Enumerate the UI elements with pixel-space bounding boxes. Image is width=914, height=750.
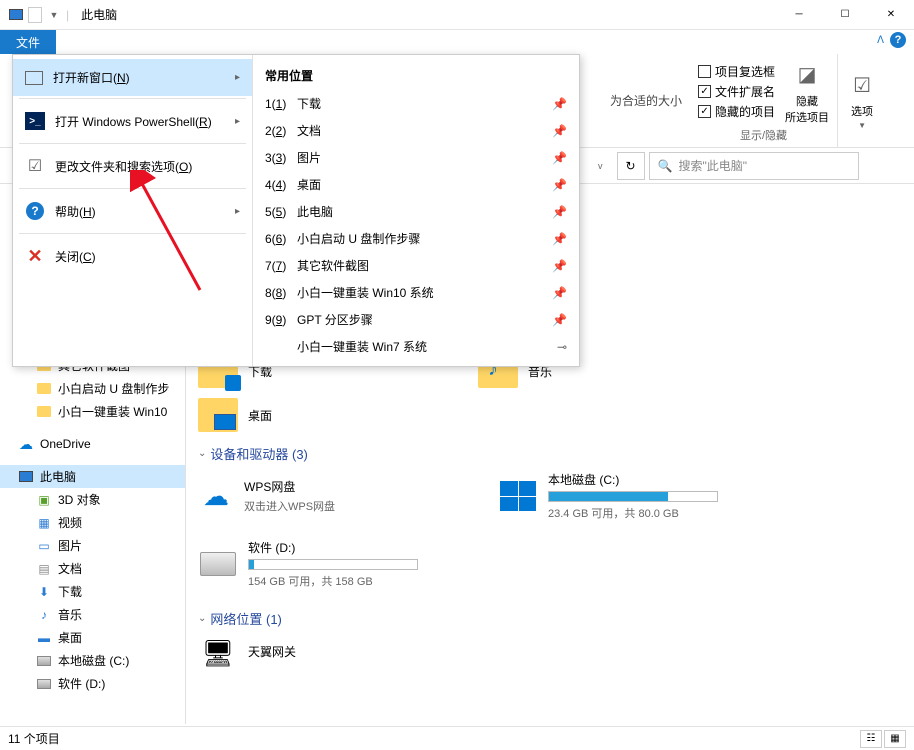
- recent-item[interactable]: 7(7)其它软件截图📌: [253, 252, 579, 279]
- wps-icon: ☁: [198, 481, 234, 511]
- pin-icon: 📌: [552, 178, 567, 192]
- sidebar-folder-1[interactable]: 小白启动 U 盘制作步: [0, 377, 185, 400]
- menu-close[interactable]: ✕ 关闭(C): [13, 236, 252, 276]
- help-icon: ?: [25, 201, 45, 221]
- section-devices[interactable]: ⌄设备和驱动器 (3): [198, 444, 902, 463]
- drive-d[interactable]: 软件 (D:) 154 GB 可用，共 158 GB: [198, 539, 438, 589]
- dropdown-icon[interactable]: ▼: [46, 7, 62, 23]
- pin-icon: ⊸: [557, 340, 567, 354]
- size-text-partial: 为合适的大小: [610, 92, 682, 109]
- ribbon-group-show-hide: 项目复选框 ✓文件扩展名 ✓隐藏的项目 ◪ 隐藏 所选项目 显示/隐藏: [690, 54, 838, 147]
- menu-open-powershell[interactable]: >_ 打开 Windows PowerShell(R) ▸: [13, 101, 252, 141]
- sidebar-drive-c[interactable]: 本地磁盘 (C:): [0, 649, 185, 672]
- sidebar-video[interactable]: ▦视频: [0, 511, 185, 534]
- recent-item[interactable]: 5(5)此电脑📌: [253, 198, 579, 225]
- recent-item[interactable]: 4(4)桌面📌: [253, 171, 579, 198]
- menu-help[interactable]: ? 帮助(H) ▸: [13, 191, 252, 231]
- collapse-ribbon-icon[interactable]: ᐱ: [877, 35, 884, 46]
- file-menu: 打开新窗口(N) ▸ >_ 打开 Windows PowerShell(R) ▸…: [12, 54, 580, 367]
- checkbox-file-ext[interactable]: ✓文件扩展名: [698, 83, 775, 100]
- sidebar-pictures[interactable]: ▭图片: [0, 534, 185, 557]
- network-gateway[interactable]: 🖥 天翼网关: [198, 636, 438, 670]
- powershell-icon: >_: [25, 111, 45, 131]
- sidebar-thispc[interactable]: 此电脑: [0, 465, 185, 488]
- sidebar-docs[interactable]: ▤文档: [0, 557, 185, 580]
- gateway-icon: 🖥: [198, 636, 238, 670]
- minimize-button[interactable]: ─: [776, 0, 822, 30]
- recent-header: 常用位置: [253, 61, 579, 90]
- help-icon[interactable]: ?: [890, 32, 906, 48]
- ribbon-tabs: 文件 ᐱ ?: [0, 30, 914, 54]
- section-network[interactable]: ⌄网络位置 (1): [198, 609, 902, 628]
- pc-icon: [18, 469, 34, 485]
- window-icon: [25, 71, 43, 85]
- pin-icon: 📌: [552, 124, 567, 138]
- recent-item[interactable]: 1(1)下载📌: [253, 90, 579, 117]
- pin-icon: 📌: [552, 232, 567, 246]
- submenu-arrow-icon: ▸: [235, 116, 240, 127]
- search-icon: 🔍: [658, 159, 673, 173]
- drive-wps[interactable]: ☁ WPS网盘双击进入WPS网盘: [198, 471, 438, 521]
- recent-item[interactable]: 小白一键重装 Win7 系统⊸: [253, 333, 579, 360]
- hide-selected-button[interactable]: ◪ 隐藏 所选项目: [785, 59, 829, 125]
- checkbox-hidden-items[interactable]: ✓隐藏的项目: [698, 103, 775, 120]
- recent-item[interactable]: 6(6)小白启动 U 盘制作步骤📌: [253, 225, 579, 252]
- settings-icon: ☑: [25, 156, 45, 176]
- pin-icon: 📌: [552, 205, 567, 219]
- pin-icon: 📌: [552, 313, 567, 327]
- recent-item[interactable]: 9(9)GPT 分区步骤📌: [253, 306, 579, 333]
- search-field[interactable]: 🔍 搜索"此电脑": [649, 152, 859, 180]
- menu-open-new-window[interactable]: 打开新窗口(N) ▸: [13, 59, 252, 96]
- file-tab[interactable]: 文件: [0, 30, 56, 54]
- window-title: 此电脑: [81, 6, 117, 23]
- maximize-button[interactable]: ☐: [822, 0, 868, 30]
- menu-change-options[interactable]: ☑ 更改文件夹和搜索选项(O): [13, 146, 252, 186]
- sidebar-folder-2[interactable]: 小白一键重装 Win10: [0, 400, 185, 423]
- sidebar-drive-d[interactable]: 软件 (D:): [0, 672, 185, 695]
- drive-icon: [198, 547, 238, 581]
- doc-icon: [28, 7, 42, 23]
- sidebar-onedrive[interactable]: ☁OneDrive: [0, 433, 185, 455]
- sidebar-desktop[interactable]: ▬桌面: [0, 626, 185, 649]
- view-details-button[interactable]: ☷: [860, 730, 882, 748]
- pc-icon: [8, 7, 24, 23]
- sidebar-downloads[interactable]: ⬇下载: [0, 580, 185, 603]
- titlebar: ▼ | 此电脑 ─ ☐ ✕: [0, 0, 914, 30]
- address-dropdown-icon[interactable]: v: [588, 161, 613, 171]
- hide-icon: ◪: [791, 59, 823, 91]
- windows-drive-icon: [498, 479, 538, 513]
- close-button[interactable]: ✕: [868, 0, 914, 30]
- drive-c[interactable]: 本地磁盘 (C:) 23.4 GB 可用，共 80.0 GB: [498, 471, 738, 521]
- ribbon-group-options: ☑ 选项 ▼: [838, 54, 886, 147]
- sidebar-3d[interactable]: ▣3D 对象: [0, 488, 185, 511]
- close-icon: ✕: [25, 246, 45, 266]
- pin-icon: 📌: [552, 97, 567, 111]
- pin-icon: 📌: [552, 151, 567, 165]
- checkbox-item-checkboxes[interactable]: 项目复选框: [698, 63, 775, 80]
- folder-desktop[interactable]: 桌面: [198, 398, 418, 432]
- refresh-button[interactable]: ↻: [617, 152, 645, 180]
- ribbon-group-label: 显示/隐藏: [698, 125, 829, 143]
- recent-item[interactable]: 2(2)文档📌: [253, 117, 579, 144]
- view-icons-button[interactable]: ▦: [884, 730, 906, 748]
- options-icon: ☑: [846, 69, 878, 101]
- pin-icon: 📌: [552, 286, 567, 300]
- pin-icon: 📌: [552, 259, 567, 273]
- folder-icon: [198, 398, 238, 432]
- submenu-arrow-icon: ▸: [235, 206, 240, 217]
- onedrive-icon: ☁: [18, 436, 34, 452]
- options-button[interactable]: ☑ 选项 ▼: [846, 69, 878, 130]
- statusbar: 11 个项目 ☷ ▦: [0, 726, 914, 750]
- recent-item[interactable]: 8(8)小白一键重装 Win10 系统📌: [253, 279, 579, 306]
- submenu-arrow-icon: ▸: [235, 72, 240, 83]
- sidebar-music[interactable]: ♪音乐: [0, 603, 185, 626]
- recent-item[interactable]: 3(3)图片📌: [253, 144, 579, 171]
- item-count: 11 个项目: [8, 730, 60, 747]
- recent-locations: 常用位置 1(1)下载📌2(2)文档📌3(3)图片📌4(4)桌面📌5(5)此电脑…: [253, 55, 579, 366]
